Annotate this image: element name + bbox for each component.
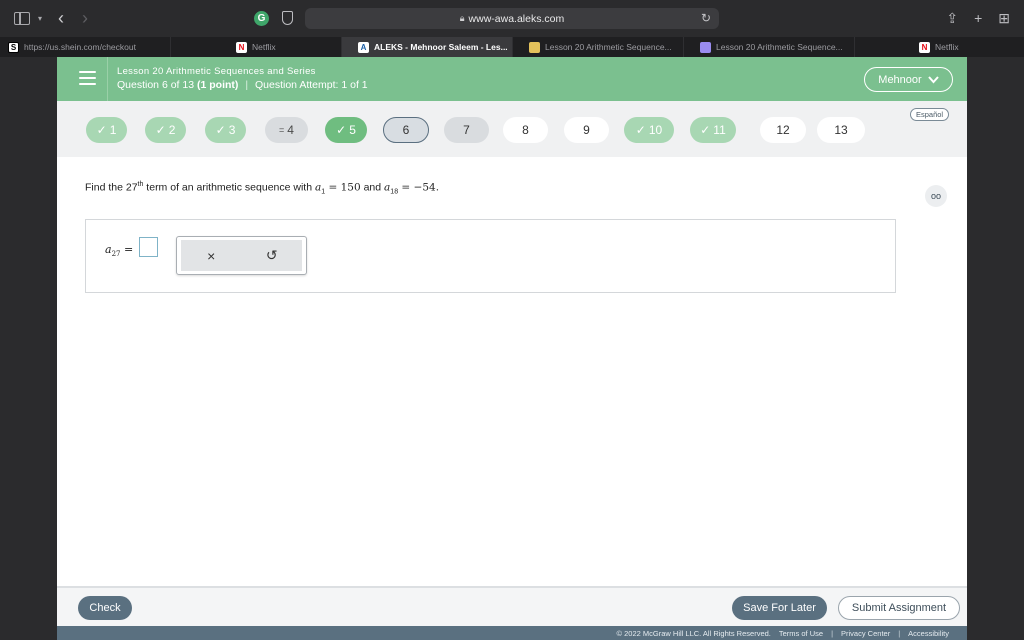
reload-icon[interactable]: ↻ xyxy=(701,11,711,25)
problem-statement: Find the 27th term of an arithmetic sequ… xyxy=(85,181,440,196)
window-margin-right xyxy=(967,57,1024,640)
tab-label: Netflix xyxy=(252,42,276,52)
espanol-link[interactable]: Español xyxy=(910,108,950,121)
tab-bar: S https://us.shein.com/checkout N Netfli… xyxy=(0,37,1024,57)
privacy-shield-icon[interactable] xyxy=(282,11,293,25)
footer-actions: Check Save For Later Submit Assignment xyxy=(57,586,967,626)
question-button-6[interactable]: 6 xyxy=(383,117,429,143)
check-icon: ✓ xyxy=(336,123,347,137)
separator: | xyxy=(898,628,901,638)
tab-label: Lesson 20 Arithmetic Sequence... xyxy=(545,42,672,52)
info-divider: | xyxy=(245,79,249,91)
tab-label: Lesson 20 Arithmetic Sequence... xyxy=(716,42,843,52)
answer-tools-panel: × ↺ xyxy=(176,236,307,275)
question-button-5[interactable]: ✓ 5 xyxy=(325,117,367,143)
user-menu-button[interactable]: Mehnoor xyxy=(864,67,953,92)
glasses-icon[interactable]: oo xyxy=(925,185,947,207)
clear-button[interactable]: × xyxy=(181,240,242,271)
tab-lesson-20-a[interactable]: Lesson 20 Arithmetic Sequence... xyxy=(513,37,684,57)
question-button-9[interactable]: 9 xyxy=(564,117,609,143)
address-bar[interactable]: 🔒︎ www-awa.aleks.com ↻ xyxy=(305,8,719,29)
lock-icon: 🔒︎ xyxy=(459,13,465,23)
aleks-favicon-icon: A xyxy=(358,41,369,53)
sidebar-toggle-icon[interactable] xyxy=(14,11,30,25)
menu-icon[interactable] xyxy=(79,71,96,85)
user-name: Mehnoor xyxy=(878,73,922,86)
browser-actions: ⇪ + ⊞ xyxy=(946,10,1010,27)
question-points: (1 point) xyxy=(196,79,239,91)
question-attempt: Question Attempt: 1 of 1 xyxy=(254,79,368,91)
answer-label: a27 = xyxy=(105,243,134,259)
tab-netflix-2[interactable]: N Netflix xyxy=(855,37,1024,57)
aleks-page: Lesson 20 Arithmetic Sequences and Serie… xyxy=(57,57,967,640)
question-button-2[interactable]: ✓ 2 xyxy=(145,117,186,143)
share-icon[interactable]: ⇪ xyxy=(946,10,958,27)
check-icon: ✓ xyxy=(96,123,107,137)
question-button-10[interactable]: ✓ 10 xyxy=(624,117,674,143)
undo-icon: ↺ xyxy=(265,247,278,263)
tab-label: ALEKS - Mehnoor Saleem - Les... xyxy=(374,42,508,52)
answer-input[interactable] xyxy=(139,237,158,257)
lesson-title: Lesson 20 Arithmetic Sequences and Serie… xyxy=(117,66,316,77)
question-button-1[interactable]: ✓ 1 xyxy=(86,117,127,143)
tab-overview-icon[interactable]: ⊞ xyxy=(998,10,1010,27)
question-number: Question 6 of 13 xyxy=(117,79,195,91)
check-icon: ✓ xyxy=(155,123,166,137)
image-favicon-icon xyxy=(529,41,540,53)
accessibility-link[interactable]: Accessibility xyxy=(908,629,949,638)
tab-netflix[interactable]: N Netflix xyxy=(171,37,342,57)
forward-icon[interactable]: › xyxy=(82,9,88,27)
separator: | xyxy=(831,628,834,638)
question-button-12[interactable]: 12 xyxy=(760,117,806,143)
check-icon: ✓ xyxy=(635,123,646,137)
tab-aleks[interactable]: A ALEKS - Mehnoor Saleem - Les... xyxy=(342,37,513,57)
question-info: Question 6 of 13 (1 point) | Question At… xyxy=(117,79,368,91)
netflix-favicon-icon: N xyxy=(236,41,247,53)
grammarly-extension-icon[interactable]: G xyxy=(254,11,269,26)
check-icon: ✓ xyxy=(700,123,711,137)
gear-favicon-icon xyxy=(700,41,711,53)
url-text: www-awa.aleks.com xyxy=(468,12,565,25)
tools-row: × ↺ xyxy=(181,240,302,271)
legal-bar: © 2022 McGraw Hill LLC. All Rights Reser… xyxy=(57,626,967,640)
window-margin-left xyxy=(0,57,57,640)
shein-favicon-icon: S xyxy=(8,41,19,53)
question-button-4[interactable]: = 4 xyxy=(265,117,308,143)
copyright-text: © 2022 McGraw Hill LLC. All Rights Reser… xyxy=(616,628,771,638)
partial-icon: = xyxy=(279,125,285,135)
window-controls: ▾ ‹ › xyxy=(14,9,88,27)
check-icon: ✓ xyxy=(215,123,226,137)
browser-toolbar: ▾ ‹ › G 🔒︎ www-awa.aleks.com ↻ ⇪ + ⊞ xyxy=(0,0,1024,37)
assignment-header: Lesson 20 Arithmetic Sequences and Serie… xyxy=(57,57,967,101)
question-navigation: ✓ 1 ✓ 2 ✓ 3 = 4 ✓ 5 6 7 8 9 ✓ 10 ✓ 11 12 13 xyxy=(57,101,967,157)
new-tab-icon[interactable]: + xyxy=(974,10,982,27)
question-button-13[interactable]: 13 xyxy=(817,117,865,143)
question-button-8[interactable]: 8 xyxy=(503,117,548,143)
question-button-7[interactable]: 7 xyxy=(444,117,489,143)
question-button-3[interactable]: ✓ 3 xyxy=(205,117,246,143)
back-icon[interactable]: ‹ xyxy=(58,9,64,27)
header-divider xyxy=(107,57,108,101)
question-button-11[interactable]: ✓ 11 xyxy=(690,117,736,143)
close-icon: × xyxy=(207,247,216,264)
submit-assignment-button[interactable]: Submit Assignment xyxy=(838,596,960,620)
chevron-down-icon[interactable]: ▾ xyxy=(38,14,42,23)
privacy-link[interactable]: Privacy Center xyxy=(841,629,890,638)
tab-label: https://us.shein.com/checkout xyxy=(24,42,136,52)
tab-shein[interactable]: S https://us.shein.com/checkout xyxy=(0,37,171,57)
netflix-favicon-icon: N xyxy=(919,41,930,53)
undo-button[interactable]: ↺ xyxy=(242,240,303,271)
check-button[interactable]: Check xyxy=(78,596,132,620)
terms-link[interactable]: Terms of Use xyxy=(779,629,823,638)
tab-lesson-20-b[interactable]: Lesson 20 Arithmetic Sequence... xyxy=(684,37,855,57)
save-for-later-button[interactable]: Save For Later xyxy=(732,596,827,620)
answer-area: a27 = × ↺ xyxy=(85,219,896,293)
tab-label: Netflix xyxy=(935,42,959,52)
chevron-down-icon xyxy=(927,75,939,83)
